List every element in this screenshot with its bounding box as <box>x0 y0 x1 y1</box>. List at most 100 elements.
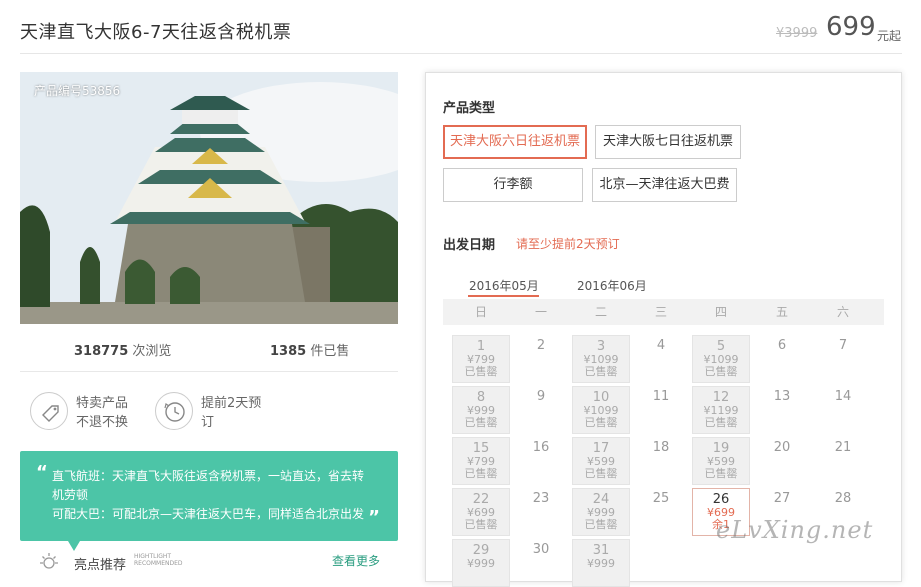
day-status: 已售罄 <box>464 518 498 531</box>
calendar-day-soldout: 31 ¥999 <box>572 539 630 587</box>
page-header: 天津直飞大阪6-7天往返含税机票 ¥3999 699 元起 <box>0 0 921 54</box>
weekday-label: 六 <box>836 305 849 319</box>
day-number: 6 <box>777 338 787 353</box>
calendar-day-soldout: 12 ¥1199 已售罄 <box>692 386 750 434</box>
option-beijing-tianjin-bus[interactable]: 北京—天津往返大巴费 <box>592 168 737 202</box>
day-number: 17 <box>592 441 610 456</box>
day-status: 已售罄 <box>584 416 618 429</box>
sold-label: 件已售 <box>310 344 350 359</box>
calendar-day-soldout: 17 ¥599 已售罄 <box>572 437 630 485</box>
calendar-day: 4 <box>632 335 690 383</box>
feature-text: 提前2天预 订 <box>201 394 301 432</box>
option-tianjin-osaka-6day[interactable]: 天津大阪六日往返机票 <box>443 125 587 159</box>
tag-icon <box>30 392 68 430</box>
day-number: 30 <box>532 542 550 557</box>
day-status: 已售罄 <box>584 518 618 531</box>
calendar-day-soldout: 19 ¥599 已售罄 <box>692 437 750 485</box>
day-number: 3 <box>596 339 606 354</box>
weekday-label: 日 <box>474 305 487 319</box>
feature-line: 订 <box>201 415 215 430</box>
calendar-day: 20 <box>753 437 811 485</box>
departure-title: 出发日期 <box>443 238 496 253</box>
day-number: 2 <box>536 338 546 353</box>
feature-advance-booking: 提前2天预 订 <box>155 392 305 432</box>
calendar-weekday-header: 日一二三四五六 <box>443 299 884 325</box>
day-status: 已售罄 <box>464 365 498 378</box>
intro-line: 直飞航班：天津直飞大阪往返含税机票，一站直达，省去转 <box>52 469 365 483</box>
day-number: 1 <box>476 339 486 354</box>
day-number: 28 <box>834 491 852 506</box>
calendar-day-soldout: 5 ¥1099 已售罄 <box>692 335 750 383</box>
tab-month-may[interactable]: 2016年05月 <box>469 277 539 294</box>
day-number: 13 <box>773 389 791 404</box>
watermark: eLvXing.net <box>716 516 874 544</box>
calendar-day: 6 <box>753 335 811 383</box>
calendar-day-soldout: 8 ¥999 已售罄 <box>452 386 510 434</box>
calendar-day-soldout: 15 ¥799 已售罄 <box>452 437 510 485</box>
views-stat: 318775 次浏览 <box>74 340 171 359</box>
feature-line: 提前2天预 <box>201 396 262 411</box>
stats-divider <box>20 371 398 372</box>
highlight-en-line: RECOMMENDED <box>134 560 183 567</box>
highlight-en-line: HIGHTLIGHT <box>134 553 172 560</box>
calendar-day: 9 <box>512 386 570 434</box>
option-tianjin-osaka-7day[interactable]: 天津大阪七日往返机票 <box>595 125 741 159</box>
day-number: 9 <box>536 389 546 404</box>
day-status: 已售罄 <box>584 365 618 378</box>
sold-count: 1385 <box>270 344 307 359</box>
see-more-link[interactable]: 查看更多 <box>332 552 380 569</box>
weekday-label: 三 <box>654 305 667 319</box>
sold-stat: 1385 件已售 <box>270 340 349 359</box>
open-quote-icon: “ <box>36 462 48 483</box>
day-number: 19 <box>712 441 730 456</box>
sun-icon <box>38 551 58 571</box>
current-price: 699 <box>826 12 876 42</box>
day-status: 已售罄 <box>464 416 498 429</box>
day-number: 25 <box>652 491 670 506</box>
highlight-section: 亮点推荐 HIGHTLIGHT RECOMMENDED 查看更多 <box>38 549 398 573</box>
day-number: 12 <box>712 390 730 405</box>
calendar-day-soldout: 1 ¥799 已售罄 <box>452 335 510 383</box>
calendar-day: 2 <box>512 335 570 383</box>
calendar-day: 7 <box>814 335 872 383</box>
product-photo: 产品编号53856 <box>20 72 398 324</box>
day-number: 11 <box>652 389 670 404</box>
product-title: 天津直飞大阪6-7天往返含税机票 <box>20 22 292 43</box>
advance-note: 请至少提前2天预订 <box>516 237 620 251</box>
day-number: 21 <box>834 440 852 455</box>
day-number: 29 <box>472 543 490 558</box>
day-number: 18 <box>652 440 670 455</box>
calendar-day: 11 <box>632 386 690 434</box>
option-baggage[interactable]: 行李额 <box>443 168 583 202</box>
original-price: ¥3999 <box>776 26 818 41</box>
calendar-day-soldout: 10 ¥1099 已售罄 <box>572 386 630 434</box>
day-number: 15 <box>472 441 490 456</box>
day-number: 27 <box>773 491 791 506</box>
product-id-label: 产品编号53856 <box>34 84 121 98</box>
tab-month-june[interactable]: 2016年06月 <box>577 277 647 294</box>
calendar-day: 30 <box>512 539 570 587</box>
day-number: 14 <box>834 389 852 404</box>
calendar-day: 21 <box>814 437 872 485</box>
intro-line: 可配大巴：可配北京—天津往返大巴车，同样适合北京出发 <box>52 507 365 521</box>
day-status: 已售罄 <box>464 467 498 480</box>
day-number: 4 <box>656 338 666 353</box>
calendar-day-soldout: 29 ¥999 <box>452 539 510 587</box>
day-status: 已售罄 <box>704 365 738 378</box>
calendar-day-soldout: 22 ¥699 已售罄 <box>452 488 510 536</box>
highlight-label: 亮点推荐 <box>74 558 127 573</box>
day-number: 24 <box>592 492 610 507</box>
day-number: 16 <box>532 440 550 455</box>
day-status: 已售罄 <box>704 416 738 429</box>
highlight-en-label: HIGHTLIGHT RECOMMENDED <box>134 553 183 567</box>
calendar-day-soldout: 3 ¥1099 已售罄 <box>572 335 630 383</box>
clock-icon <box>155 392 193 430</box>
weekday-label: 一 <box>534 305 547 319</box>
intro-line: 机劳顿 <box>52 488 89 502</box>
day-status: 已售罄 <box>704 467 738 480</box>
calendar-day: 25 <box>632 488 690 536</box>
day-number: 5 <box>716 339 726 354</box>
views-count: 318775 <box>74 344 129 359</box>
weekday-label: 五 <box>775 305 788 319</box>
product-stats: 318775 次浏览 1385 件已售 <box>20 340 398 360</box>
